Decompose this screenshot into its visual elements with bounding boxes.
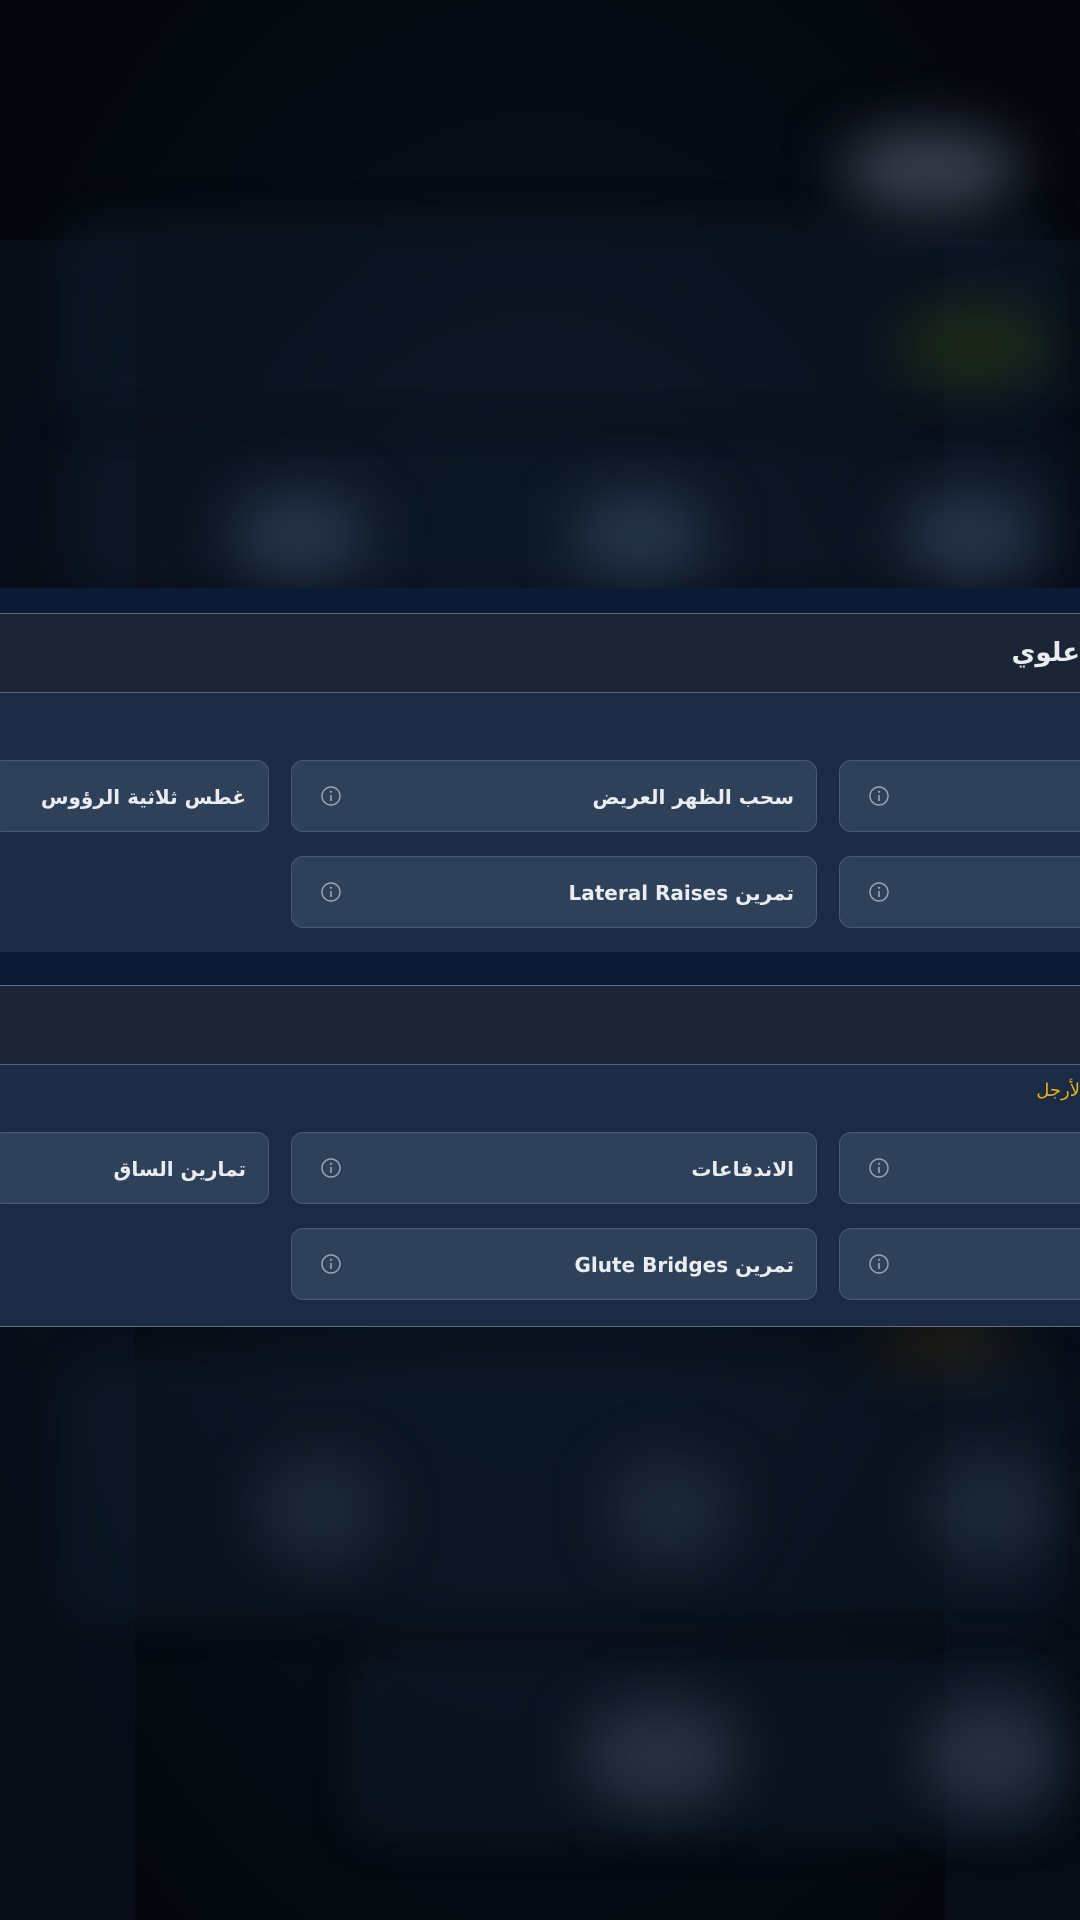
background-card [60, 1360, 1060, 1620]
background-blob [920, 1700, 1060, 1810]
background-blob [900, 490, 1040, 580]
exercise-card[interactable] [839, 760, 1080, 832]
exercise-card[interactable]: تمرين Glute Bridges [291, 1228, 817, 1300]
divider-band [0, 588, 1080, 613]
exercise-card[interactable] [839, 1132, 1080, 1204]
background-blob [580, 1700, 740, 1810]
app-screen: علوي غطس ثلاثية الرؤوس سحب الظهر العريض … [0, 0, 1080, 1920]
background-blob [610, 1460, 730, 1560]
lower-body-section: لأرجل تمارين الساق الاندفاعات تمرين Glut… [0, 985, 1080, 1327]
background-blob [570, 490, 710, 580]
background-blob [230, 490, 370, 580]
exercise-card[interactable]: غطس ثلاثية الرؤوس [0, 760, 269, 832]
section-title: علوي [1011, 638, 1080, 668]
exercise-label: سحب الظهر العريض [592, 785, 794, 809]
exercise-card[interactable] [839, 856, 1080, 928]
background-blob [930, 1460, 1050, 1560]
exercise-label: تمارين الساق [113, 1157, 246, 1181]
exercise-card[interactable]: سحب الظهر العريض [291, 760, 817, 832]
exercise-card[interactable]: تمرين Lateral Raises [291, 856, 817, 928]
upper-body-section: علوي غطس ثلاثية الرؤوس سحب الظهر العريض … [0, 613, 1080, 953]
background-card [60, 220, 1060, 420]
background-blob [900, 310, 1050, 380]
background-blob [840, 130, 1020, 210]
info-icon[interactable] [320, 1253, 342, 1275]
exercise-card[interactable]: الاندفاعات [291, 1132, 817, 1204]
exercise-label: غطس ثلاثية الرؤوس [40, 785, 246, 809]
info-icon[interactable] [868, 785, 890, 807]
exercise-label: الاندفاعات [691, 1157, 794, 1181]
divider-band [0, 952, 1080, 985]
background-blob [260, 1460, 380, 1560]
exercise-label: تمرين Lateral Raises [568, 881, 794, 905]
exercise-card[interactable]: تمارين الساق [0, 1132, 269, 1204]
section-subtitle: لأرجل [1036, 1080, 1080, 1101]
info-icon[interactable] [868, 1253, 890, 1275]
info-icon[interactable] [320, 785, 342, 807]
info-icon[interactable] [868, 1157, 890, 1179]
info-icon[interactable] [868, 881, 890, 903]
section-header: علوي [0, 614, 1080, 693]
info-icon[interactable] [320, 881, 342, 903]
section-header [0, 986, 1080, 1065]
exercise-card[interactable] [839, 1228, 1080, 1300]
info-icon[interactable] [320, 1157, 342, 1179]
exercise-label: تمرين Glute Bridges [574, 1253, 794, 1277]
